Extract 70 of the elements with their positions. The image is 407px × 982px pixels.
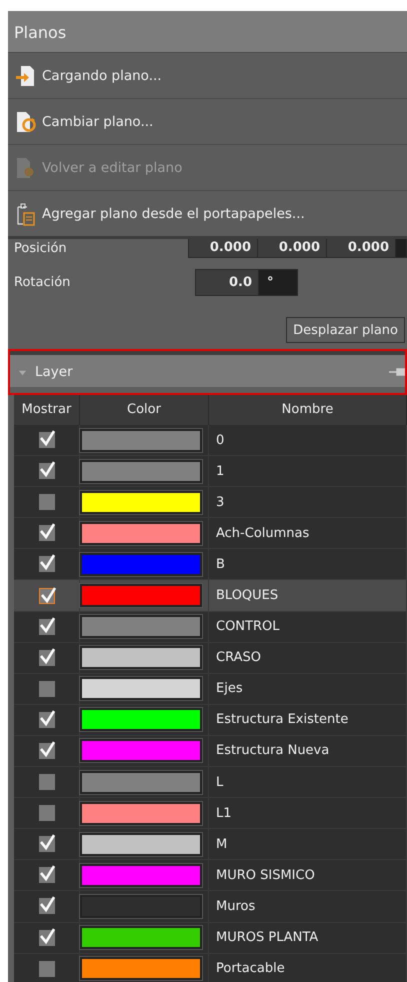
- number-field[interactable]: 0.0: [196, 270, 259, 294]
- column-header[interactable]: Mostrar: [14, 395, 80, 425]
- checkbox[interactable]: [38, 494, 54, 510]
- color-swatch[interactable]: [80, 552, 202, 576]
- color-swatch[interactable]: [80, 926, 202, 950]
- color-swatch[interactable]: [80, 428, 202, 452]
- layer-name: M: [209, 829, 407, 860]
- layer-name: Ach-Columnas: [209, 518, 407, 548]
- color-swatch[interactable]: [80, 957, 202, 980]
- color-swatch[interactable]: [80, 646, 202, 670]
- layer-name: CRASO: [209, 642, 407, 673]
- checkbox[interactable]: [38, 650, 54, 666]
- menu-item[interactable]: Cambiar plano...: [8, 99, 407, 145]
- color-swatch[interactable]: [80, 739, 202, 762]
- unit-label: °: [266, 274, 274, 292]
- layer-name: B: [209, 549, 407, 580]
- number-field[interactable]: 0.000: [327, 239, 396, 257]
- file-sync-icon: [14, 110, 36, 134]
- position-label: Posición: [13, 241, 68, 256]
- layer-name: Ejes: [209, 674, 407, 704]
- menu-item[interactable]: Cargando plano...: [8, 53, 407, 99]
- color-swatch[interactable]: [80, 770, 202, 794]
- menu-item[interactable]: Agregar plano desde el portapapeles...: [8, 191, 407, 236]
- color-swatch[interactable]: [80, 677, 202, 700]
- move-button[interactable]: Desplazar plano: [286, 317, 405, 343]
- layer-name: MURO SISMICO: [209, 860, 407, 890]
- layer-name: Estructura Existente: [209, 704, 407, 735]
- layer-name: Muros: [209, 891, 407, 922]
- column-header[interactable]: Nombre: [209, 395, 407, 425]
- layer-name: CONTROL: [209, 612, 407, 642]
- layer-name: MUROS PLANTA: [209, 922, 407, 953]
- layer-name: L: [209, 767, 407, 798]
- checkbox[interactable]: [38, 463, 54, 480]
- color-swatch[interactable]: [80, 894, 202, 918]
- checkbox[interactable]: [38, 774, 54, 790]
- checkbox[interactable]: [38, 680, 54, 697]
- checkbox[interactable]: [38, 930, 54, 946]
- layer-name: Portacable: [209, 954, 407, 982]
- checkbox[interactable]: [38, 805, 54, 822]
- rotation-label: Rotación: [13, 274, 72, 290]
- section-header[interactable]: Layer: [8, 349, 407, 395]
- file-gear-icon: [14, 156, 36, 180]
- color-swatch[interactable]: [80, 460, 202, 483]
- layer-name: Estructura Nueva: [209, 736, 407, 766]
- color-swatch[interactable]: [80, 832, 202, 856]
- layer-name: 1: [209, 456, 407, 486]
- column-header[interactable]: Color: [80, 395, 209, 425]
- checkbox[interactable]: [38, 618, 54, 635]
- layer-name: BLOQUES: [209, 580, 407, 611]
- file-import-icon: [14, 64, 36, 88]
- checkbox[interactable]: [38, 432, 54, 448]
- layer-name: 3: [209, 487, 407, 518]
- number-field[interactable]: 0.000: [258, 239, 327, 257]
- selected-row[interactable]: BLOQUES: [14, 580, 407, 612]
- color-swatch[interactable]: [80, 522, 202, 545]
- checkbox[interactable]: [38, 588, 54, 604]
- pin-icon[interactable]: [389, 367, 405, 377]
- number-field[interactable]: 0.000: [189, 239, 258, 257]
- checkbox[interactable]: [38, 960, 54, 977]
- color-swatch[interactable]: [80, 708, 202, 732]
- color-swatch[interactable]: [80, 490, 202, 514]
- checkbox[interactable]: [38, 836, 54, 852]
- color-swatch[interactable]: [80, 615, 202, 638]
- color-swatch[interactable]: [80, 584, 202, 608]
- layer-name: L1: [209, 798, 407, 828]
- color-swatch[interactable]: [80, 802, 202, 825]
- collapse-triangle-icon: [18, 368, 27, 376]
- panel-title: Planos: [8, 11, 407, 53]
- layer-name: 0: [209, 425, 407, 456]
- color-swatch[interactable]: [80, 864, 202, 887]
